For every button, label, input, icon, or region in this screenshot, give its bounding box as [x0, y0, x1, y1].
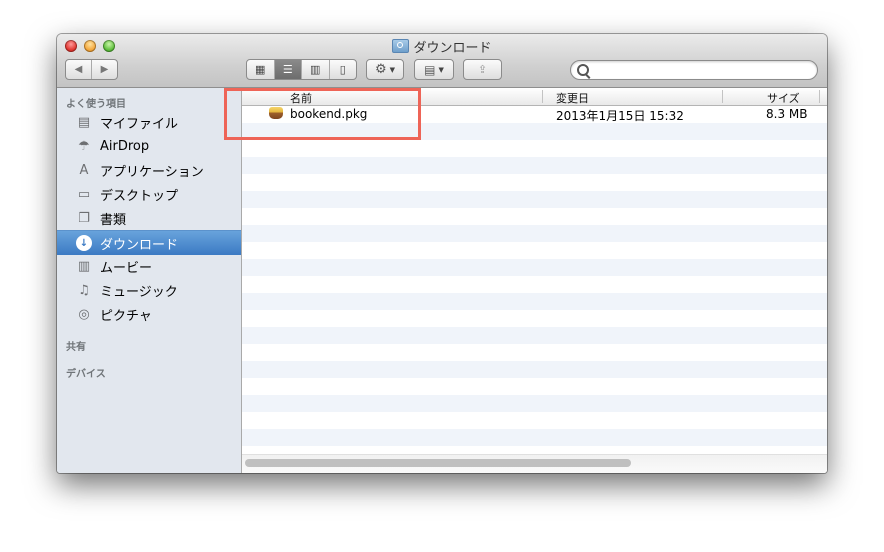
- finder-window: ダウンロード ◀ ▶ ▦ ☰ ▥ ▯ ⚙ ▼ ▤ ▼ ⇪ よく使う項目 ▤ マイ…: [57, 34, 827, 473]
- file-date: 2013年1月15日 15:32: [556, 109, 684, 123]
- gear-icon: ⚙: [374, 62, 387, 77]
- file-list: 名前 変更日 サイズ bookend.pkg 2013年1月15日 15:32 …: [242, 88, 827, 473]
- sidebar-item-all-my-files[interactable]: ▤ マイファイル: [57, 110, 241, 134]
- empty-row: [242, 327, 827, 344]
- sidebar-item-airdrop[interactable]: ☂ AirDrop: [57, 134, 241, 158]
- arrange-menu-button[interactable]: ▤ ▼: [414, 59, 454, 80]
- empty-row: [242, 429, 827, 446]
- pictures-icon: ◎: [78, 306, 90, 322]
- share-icon: ⇪: [477, 63, 488, 76]
- forward-button[interactable]: ▶: [92, 64, 117, 75]
- horizontal-scrollbar[interactable]: [242, 454, 827, 473]
- sidebar-section-devices: デバイス: [66, 369, 106, 380]
- applications-icon: A: [79, 162, 89, 178]
- empty-row: [242, 361, 827, 378]
- sidebar-item-label: ピクチャ: [100, 308, 152, 324]
- sidebar-item-applications[interactable]: A アプリケーション: [57, 158, 241, 182]
- movies-icon: ▥: [77, 258, 91, 274]
- scrollbar-thumb[interactable]: [245, 459, 631, 467]
- sidebar-section-shared: 共有: [66, 342, 86, 353]
- empty-row: [242, 293, 827, 310]
- column-divider[interactable]: [819, 90, 820, 103]
- sidebar-item-movies[interactable]: ▥ ムービー: [57, 254, 241, 278]
- empty-row: [242, 157, 827, 174]
- action-menu-button[interactable]: ⚙ ▼: [366, 59, 404, 80]
- documents-icon: ❐: [78, 210, 90, 226]
- airdrop-icon: ☂: [78, 138, 90, 154]
- sidebar-item-label: ミュージック: [100, 284, 178, 300]
- column-header: 名前 変更日 サイズ: [242, 88, 827, 106]
- view-mode-group: ▦ ☰ ▥ ▯: [246, 59, 357, 80]
- sidebar-item-pictures[interactable]: ◎ ピクチャ: [57, 302, 241, 326]
- sidebar-item-music[interactable]: ♫ ミュージック: [57, 278, 241, 302]
- empty-row: [242, 191, 827, 208]
- downloads-folder-icon: [392, 39, 410, 53]
- file-name: bookend.pkg: [290, 107, 368, 121]
- back-button[interactable]: ◀: [66, 64, 91, 75]
- icon-view-button[interactable]: ▦: [247, 60, 275, 79]
- column-view-button[interactable]: ▥: [302, 60, 330, 79]
- empty-row: [242, 123, 827, 140]
- arrange-icon: ▤: [424, 62, 436, 77]
- sidebar-item-label: アプリケーション: [100, 164, 204, 180]
- package-icon: [269, 107, 283, 119]
- column-header-size[interactable]: サイズ: [767, 90, 800, 106]
- desktop-icon: ▭: [77, 186, 91, 202]
- empty-row: [242, 395, 827, 412]
- empty-row: [242, 344, 827, 361]
- search-input[interactable]: [593, 62, 812, 80]
- all-my-files-icon: ▤: [77, 114, 91, 130]
- music-icon: ♫: [78, 282, 90, 298]
- file-rows: bookend.pkg 2013年1月15日 15:32 8.3 MB: [242, 106, 827, 455]
- sidebar-item-label: 書類: [100, 212, 127, 228]
- chevron-down-icon: ▼: [438, 65, 444, 74]
- empty-row: [242, 310, 827, 327]
- list-view-button[interactable]: ☰: [274, 60, 302, 79]
- sidebar-item-label: マイファイル: [100, 116, 179, 132]
- sidebar: よく使う項目 ▤ マイファイル ☂ AirDrop A アプリケーション ▭ デ…: [57, 88, 242, 473]
- sidebar-item-label: ダウンロード: [100, 237, 179, 253]
- sidebar-item-downloads[interactable]: ↓ ダウンロード: [57, 230, 241, 255]
- column-header-name[interactable]: 名前: [290, 90, 312, 106]
- sidebar-item-label: デスクトップ: [100, 188, 179, 204]
- empty-row: [242, 225, 827, 242]
- file-size: 8.3 MB: [766, 107, 808, 121]
- title-bar: ダウンロード ◀ ▶ ▦ ☰ ▥ ▯ ⚙ ▼ ▤ ▼ ⇪: [57, 34, 827, 88]
- search-icon: [577, 64, 589, 76]
- window-title: ダウンロード: [57, 37, 827, 56]
- file-row[interactable]: bookend.pkg 2013年1月15日 15:32 8.3 MB: [242, 106, 827, 123]
- search-field[interactable]: [570, 60, 818, 80]
- column-header-date[interactable]: 変更日: [556, 90, 589, 106]
- column-divider[interactable]: [542, 90, 543, 103]
- empty-row: [242, 208, 827, 225]
- sidebar-item-label: AirDrop: [100, 138, 150, 154]
- sidebar-item-label: ムービー: [100, 260, 153, 276]
- empty-row: [242, 140, 827, 157]
- chevron-down-icon: ▼: [389, 65, 396, 74]
- empty-row: [242, 259, 827, 276]
- downloads-icon: ↓: [76, 235, 92, 251]
- window-title-text: ダウンロード: [413, 41, 492, 56]
- column-divider[interactable]: [722, 90, 723, 103]
- sidebar-item-desktop[interactable]: ▭ デスクトップ: [57, 182, 241, 206]
- sidebar-item-documents[interactable]: ❐ 書類: [57, 206, 241, 230]
- empty-row: [242, 378, 827, 395]
- sidebar-section-favorites: よく使う項目: [66, 99, 126, 110]
- empty-row: [242, 174, 827, 191]
- empty-row: [242, 276, 827, 293]
- back-forward-group: ◀ ▶: [65, 59, 118, 80]
- empty-row: [242, 412, 827, 429]
- share-button[interactable]: ⇪: [463, 59, 502, 80]
- coverflow-view-button[interactable]: ▯: [330, 60, 357, 79]
- empty-row: [242, 242, 827, 259]
